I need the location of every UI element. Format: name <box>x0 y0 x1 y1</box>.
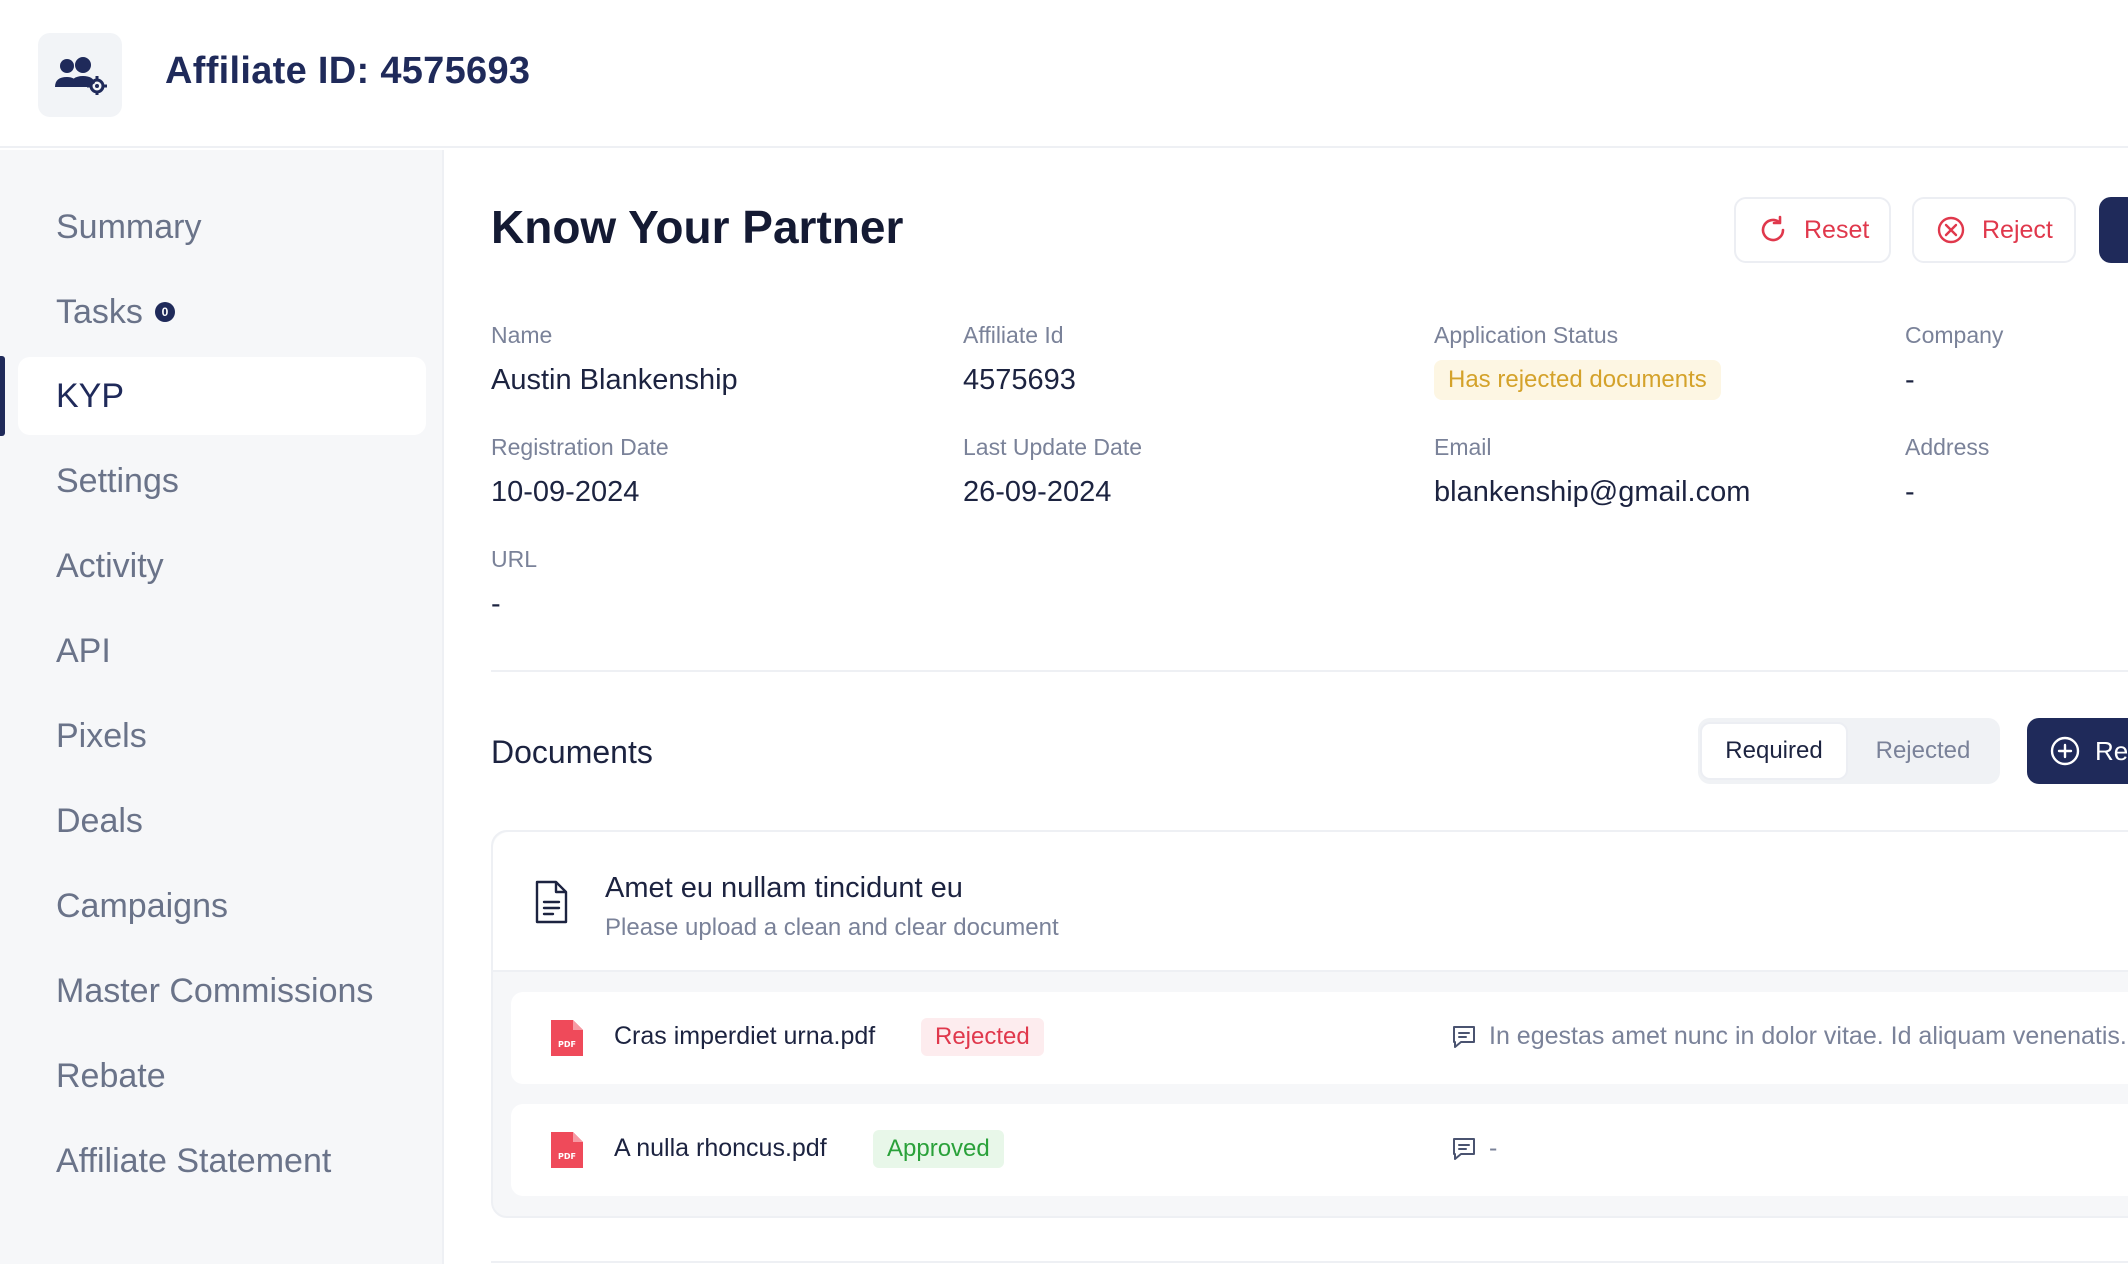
file-status-badge: Rejected <box>921 1018 1044 1056</box>
sidebar-item-label: Rebate <box>56 1056 166 1095</box>
tasks-count-badge: 0 <box>154 302 175 322</box>
application-status-badge: Has rejected documents <box>1434 360 1721 400</box>
sidebar-item-affiliate-statement[interactable]: Affiliate Statement <box>18 1122 426 1200</box>
url-value: - <box>491 588 501 620</box>
section-title: Know Your Partner <box>491 201 904 253</box>
sidebar-item-deals[interactable]: Deals <box>18 782 426 860</box>
sidebar: Summary Tasks 0 KYP Settings Activity AP… <box>0 150 444 1264</box>
sidebar-item-kyp[interactable]: KYP <box>18 357 426 435</box>
sidebar-item-label: Affiliate Statement <box>56 1141 332 1180</box>
sidebar-item-label: KYP <box>56 376 125 415</box>
sidebar-item-rebate[interactable]: Rebate <box>18 1037 426 1115</box>
file-comment: In egestas amet nunc in dolor vitae. Id … <box>1489 1022 2127 1050</box>
plus-circle-icon <box>2050 736 2080 766</box>
sidebar-item-label: Settings <box>56 461 179 500</box>
reject-button-label: Reject <box>1982 215 2053 244</box>
sidebar-item-label: API <box>56 631 111 670</box>
documents-title: Documents <box>491 734 653 770</box>
reset-button-label: Reset <box>1804 215 1870 244</box>
document-card: Amet eu nullam tincidunt eu Please uploa… <box>491 830 2128 1218</box>
section-divider <box>491 1261 2128 1263</box>
sidebar-item-label: Tasks <box>56 292 143 331</box>
filter-rejected-tab[interactable]: Rejected <box>1848 722 1998 780</box>
file-comment: - <box>1489 1134 1498 1162</box>
affiliate-logo <box>38 33 122 117</box>
sidebar-item-tasks[interactable]: Tasks 0 <box>18 273 426 351</box>
refresh-icon <box>1761 215 1785 242</box>
registration-date-label: Registration Date <box>491 434 669 460</box>
documents-filter-toggle: Required Rejected <box>1698 718 2000 784</box>
company-value: - <box>1905 364 1915 396</box>
sidebar-item-label: Summary <box>56 207 202 246</box>
file-row[interactable]: PDF A nulla rhoncus.pdf Approved - <box>511 1104 2128 1196</box>
sidebar-item-label: Pixels <box>56 716 147 755</box>
request-document-label: Re <box>2095 735 2128 766</box>
address-value: - <box>1905 476 1915 508</box>
url-label: URL <box>491 546 538 572</box>
last-update-date-label: Last Update Date <box>963 434 1143 460</box>
sidebar-item-label: Activity <box>56 546 164 585</box>
users-gear-icon <box>55 57 107 95</box>
affiliate-id-label: Affiliate Id <box>963 322 1064 348</box>
pdf-file-icon: PDF <box>551 1132 583 1168</box>
sidebar-item-label: Deals <box>56 801 143 840</box>
sidebar-item-api[interactable]: API <box>18 612 426 690</box>
file-name[interactable]: A nulla rhoncus.pdf <box>614 1134 827 1163</box>
top-header: Affiliate ID: 4575693 <box>0 0 2128 148</box>
application-status-label: Application Status <box>1434 322 1619 348</box>
file-status-badge: Approved <box>873 1130 1004 1168</box>
sidebar-item-master-commissions[interactable]: Master Commissions <box>18 952 426 1030</box>
address-label: Address <box>1905 434 1990 460</box>
sidebar-item-label: Campaigns <box>56 886 228 925</box>
reject-button[interactable]: Reject <box>1912 197 2076 263</box>
sidebar-item-label: Master Commissions <box>56 971 374 1010</box>
close-circle-icon <box>1937 216 1965 244</box>
name-value: Austin Blankenship <box>491 364 738 396</box>
document-icon <box>535 880 568 924</box>
last-update-date-value: 26-09-2024 <box>963 476 1112 508</box>
sidebar-item-activity[interactable]: Activity <box>18 527 426 605</box>
approve-button[interactable] <box>2099 197 2128 263</box>
email-value: blankenship@gmail.com <box>1434 476 1751 508</box>
active-nav-indicator <box>0 356 5 436</box>
filter-required-tab[interactable]: Required <box>1700 722 1848 780</box>
company-label: Company <box>1905 322 2004 348</box>
file-name[interactable]: Cras imperdiet urna.pdf <box>614 1022 875 1051</box>
document-subtitle: Please upload a clean and clear document <box>605 914 1059 941</box>
email-label: Email <box>1434 434 1492 460</box>
svg-text:PDF: PDF <box>558 1152 576 1161</box>
comment-icon <box>1453 1026 1475 1048</box>
name-label: Name <box>491 322 553 348</box>
affiliate-id-value: 4575693 <box>963 364 1076 396</box>
document-card-header: Amet eu nullam tincidunt eu Please uploa… <box>493 832 2128 972</box>
sidebar-item-campaigns[interactable]: Campaigns <box>18 867 426 945</box>
sidebar-item-pixels[interactable]: Pixels <box>18 697 426 775</box>
pdf-file-icon: PDF <box>551 1020 583 1056</box>
file-row[interactable]: PDF Cras imperdiet urna.pdf Rejected In … <box>511 992 2128 1084</box>
page-title: Affiliate ID: 4575693 <box>165 50 531 92</box>
sidebar-item-summary[interactable]: Summary <box>18 188 426 266</box>
section-divider <box>491 670 2128 672</box>
comment-icon <box>1453 1138 1475 1160</box>
reset-button[interactable]: Reset <box>1734 197 1891 263</box>
request-document-button[interactable]: Re <box>2027 718 2128 784</box>
sidebar-item-settings[interactable]: Settings <box>18 442 426 520</box>
registration-date-value: 10-09-2024 <box>491 476 640 508</box>
svg-text:PDF: PDF <box>558 1040 576 1049</box>
document-title: Amet eu nullam tincidunt eu <box>605 872 963 904</box>
